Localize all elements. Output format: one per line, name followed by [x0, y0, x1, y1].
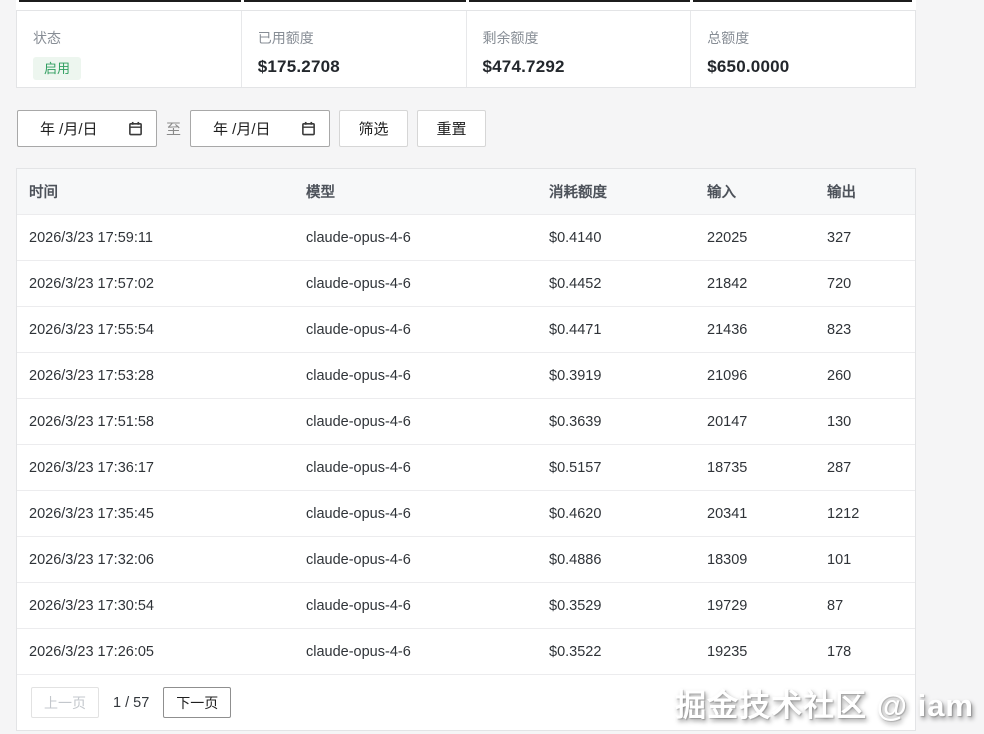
cell-output: 178	[815, 644, 915, 660]
status-label: 状态	[33, 28, 225, 48]
cell-cost: $0.4452	[537, 276, 695, 292]
table-row: 2026/3/23 17:57:02claude-opus-4-6$0.4452…	[17, 261, 915, 307]
start-date-input[interactable]: 年 /月/日	[17, 110, 157, 147]
cell-input: 18735	[695, 460, 815, 476]
cell-output: 130	[815, 414, 915, 430]
table-row: 2026/3/23 17:30:54claude-opus-4-6$0.3529…	[17, 583, 915, 629]
cell-input: 19235	[695, 644, 815, 660]
cell-output: 720	[815, 276, 915, 292]
date-range-to-label: 至	[166, 118, 181, 139]
cell-input: 20147	[695, 414, 815, 430]
table-row: 2026/3/23 17:53:28claude-opus-4-6$0.3919…	[17, 353, 915, 399]
column-header-output: 输出	[815, 181, 915, 202]
column-header-input: 输入	[695, 181, 815, 202]
cell-model: claude-opus-4-6	[294, 552, 537, 568]
cell-cost: $0.4886	[537, 552, 695, 568]
remaining-quota-label: 剩余额度	[483, 28, 675, 48]
cell-cost: $0.4471	[537, 322, 695, 338]
cell-time: 2026/3/23 17:51:58	[17, 414, 294, 430]
used-quota-label: 已用额度	[258, 28, 450, 48]
cell-model: claude-opus-4-6	[294, 598, 537, 614]
table-row: 2026/3/23 17:59:11claude-opus-4-6$0.4140…	[17, 215, 915, 261]
used-quota-card: 已用额度 $175.2708	[241, 11, 466, 87]
table-body: 2026/3/23 17:59:11claude-opus-4-6$0.4140…	[17, 215, 915, 675]
cell-input: 18309	[695, 552, 815, 568]
top-border-segment	[693, 0, 912, 2]
prev-page-button[interactable]: 上一页	[31, 687, 99, 718]
end-date-value: 年 /月/日	[213, 118, 271, 139]
usage-table-panel: 时间 模型 消耗额度 输入 输出 2026/3/23 17:59:11claud…	[16, 168, 916, 731]
cell-cost: $0.3522	[537, 644, 695, 660]
cell-output: 101	[815, 552, 915, 568]
next-page-button[interactable]: 下一页	[163, 687, 231, 718]
cell-time: 2026/3/23 17:35:45	[17, 506, 294, 522]
top-border-segment	[469, 0, 690, 2]
cell-input: 21842	[695, 276, 815, 292]
total-quota-value: $650.0000	[707, 57, 899, 77]
top-border-segment	[19, 0, 241, 2]
calendar-icon[interactable]	[128, 121, 143, 136]
cell-input: 19729	[695, 598, 815, 614]
quota-stats-panel: 状态 启用 已用额度 $175.2708 剩余额度 $474.7292 总额度 …	[16, 10, 916, 88]
cell-output: 87	[815, 598, 915, 614]
table-header: 时间 模型 消耗额度 输入 输出	[17, 169, 915, 215]
status-badge: 启用	[33, 57, 81, 80]
cell-cost: $0.3919	[537, 368, 695, 384]
cell-input: 22025	[695, 230, 815, 246]
column-header-model: 模型	[294, 181, 537, 202]
page-indicator: 1 / 57	[113, 695, 149, 711]
total-quota-card: 总额度 $650.0000	[690, 11, 915, 87]
cell-model: claude-opus-4-6	[294, 276, 537, 292]
status-card: 状态 启用	[17, 11, 241, 87]
cell-model: claude-opus-4-6	[294, 230, 537, 246]
cell-cost: $0.3639	[537, 414, 695, 430]
cell-time: 2026/3/23 17:36:17	[17, 460, 294, 476]
cell-input: 20341	[695, 506, 815, 522]
reset-button[interactable]: 重置	[417, 110, 486, 147]
cell-time: 2026/3/23 17:55:54	[17, 322, 294, 338]
filter-button[interactable]: 筛选	[339, 110, 408, 147]
cell-cost: $0.3529	[537, 598, 695, 614]
start-date-value: 年 /月/日	[40, 118, 98, 139]
cell-model: claude-opus-4-6	[294, 322, 537, 338]
cell-model: claude-opus-4-6	[294, 414, 537, 430]
table-row: 2026/3/23 17:36:17claude-opus-4-6$0.5157…	[17, 445, 915, 491]
cell-model: claude-opus-4-6	[294, 460, 537, 476]
cell-output: 327	[815, 230, 915, 246]
cell-output: 287	[815, 460, 915, 476]
table-row: 2026/3/23 17:32:06claude-opus-4-6$0.4886…	[17, 537, 915, 583]
cell-time: 2026/3/23 17:57:02	[17, 276, 294, 292]
cell-cost: $0.4620	[537, 506, 695, 522]
cell-cost: $0.5157	[537, 460, 695, 476]
table-row: 2026/3/23 17:55:54claude-opus-4-6$0.4471…	[17, 307, 915, 353]
cell-model: claude-opus-4-6	[294, 506, 537, 522]
cell-cost: $0.4140	[537, 230, 695, 246]
cell-input: 21096	[695, 368, 815, 384]
cell-model: claude-opus-4-6	[294, 644, 537, 660]
cell-output: 823	[815, 322, 915, 338]
table-row: 2026/3/23 17:51:58claude-opus-4-6$0.3639…	[17, 399, 915, 445]
cell-input: 21436	[695, 322, 815, 338]
table-row: 2026/3/23 17:26:05claude-opus-4-6$0.3522…	[17, 629, 915, 675]
table-row: 2026/3/23 17:35:45claude-opus-4-6$0.4620…	[17, 491, 915, 537]
cell-time: 2026/3/23 17:32:06	[17, 552, 294, 568]
total-quota-label: 总额度	[707, 28, 899, 48]
cell-time: 2026/3/23 17:53:28	[17, 368, 294, 384]
cell-time: 2026/3/23 17:30:54	[17, 598, 294, 614]
column-header-time: 时间	[17, 181, 294, 202]
column-header-cost: 消耗额度	[537, 181, 695, 202]
remaining-quota-card: 剩余额度 $474.7292	[466, 11, 691, 87]
cell-output: 260	[815, 368, 915, 384]
pagination-bar: 上一页 1 / 57 下一页	[17, 675, 915, 730]
cell-model: claude-opus-4-6	[294, 368, 537, 384]
used-quota-value: $175.2708	[258, 57, 450, 77]
cell-time: 2026/3/23 17:26:05	[17, 644, 294, 660]
top-border-segment	[244, 0, 466, 2]
calendar-icon[interactable]	[301, 121, 316, 136]
end-date-input[interactable]: 年 /月/日	[190, 110, 330, 147]
cell-time: 2026/3/23 17:59:11	[17, 230, 294, 246]
remaining-quota-value: $474.7292	[483, 57, 675, 77]
filter-bar: 年 /月/日 至 年 /月/日 筛选 重置	[17, 110, 486, 147]
cell-output: 1212	[815, 506, 915, 522]
